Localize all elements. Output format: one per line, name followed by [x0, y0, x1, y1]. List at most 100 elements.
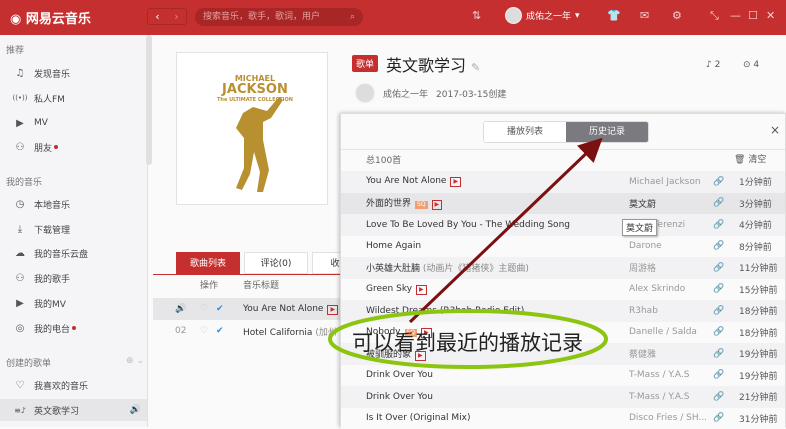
- heart-icon[interactable]: ♡: [200, 326, 208, 336]
- link-icon[interactable]: 🔗: [713, 241, 724, 251]
- artist-name[interactable]: 周游格: [629, 261, 656, 274]
- link-icon[interactable]: 🔗: [713, 327, 724, 337]
- tab-play-queue[interactable]: 播放列表: [484, 122, 566, 142]
- maximize-icon[interactable]: ☐: [748, 9, 758, 22]
- sidebar-item-radio[interactable]: ◎我的电台: [0, 317, 147, 339]
- history-row[interactable]: Drink Over You T-Mass / Y.A.S 🔗 21分钟前: [341, 386, 785, 408]
- column-title[interactable]: 音乐标题: [243, 278, 279, 291]
- history-row[interactable]: Green Sky▶ Alex Skrindo 🔗 15分钟前: [341, 279, 785, 301]
- sidebar-item-discover[interactable]: ♫发现音乐: [0, 62, 147, 84]
- mail-icon[interactable]: ✉: [640, 9, 649, 22]
- app-logo[interactable]: ◉ 网易云音乐: [10, 8, 91, 27]
- notification-dot: [54, 145, 58, 149]
- edit-icon[interactable]: ✎: [471, 61, 480, 74]
- song-count-value: 2: [715, 60, 721, 70]
- creator-avatar[interactable]: [355, 83, 375, 103]
- back-button[interactable]: ‹: [148, 9, 167, 24]
- artist-name[interactable]: T-Mass / Y.A.S: [629, 392, 689, 402]
- mv-icon[interactable]: ▶: [327, 305, 338, 315]
- sidebar: 推荐 ♫发现音乐 ((•))私人FM ▶MV ⚇朋友 我的音乐 ◷本地音乐 ⤓下…: [0, 35, 148, 427]
- link-icon[interactable]: 🔗: [713, 284, 724, 294]
- settings-icon[interactable]: ⚙: [672, 9, 682, 22]
- tab-history[interactable]: 历史记录: [566, 122, 648, 142]
- link-icon[interactable]: 🔗: [713, 198, 724, 208]
- close-window-icon[interactable]: ✕: [766, 9, 775, 22]
- history-row[interactable]: Drink Over You T-Mass / Y.A.S 🔗 19分钟前: [341, 365, 785, 387]
- played-time: 19分钟前: [739, 369, 777, 382]
- skin-icon[interactable]: 👕: [607, 9, 621, 22]
- artist-tooltip: 莫文蔚: [622, 219, 657, 236]
- history-row[interactable]: Home Again Darone 🔗 8分钟前: [341, 236, 785, 258]
- played-time: 31分钟前: [739, 412, 777, 425]
- close-panel-button[interactable]: ×: [770, 123, 780, 137]
- playlist-cover[interactable]: MICHAELJACKSONThe ULTIMATE COLLECTION: [176, 52, 328, 205]
- song-title: Home Again: [366, 241, 421, 251]
- link-icon[interactable]: 🔗: [713, 370, 724, 380]
- history-row[interactable]: 外面的世界SQ▶ 莫文蔚 🔗 3分钟前: [341, 193, 785, 215]
- title-text: 小英雄大肚腩: [366, 264, 420, 274]
- play-count-value: 4: [753, 60, 759, 70]
- sidebar-scrollbar[interactable]: [146, 35, 152, 165]
- song-title: 小英雄大肚腩 (动画片《猪猪侠》主题曲): [366, 261, 529, 274]
- sync-icon[interactable]: ⇅: [472, 9, 481, 22]
- sidebar-item-fm[interactable]: ((•))私人FM: [0, 87, 147, 109]
- sidebar-item-artists[interactable]: ⚇我的歌手: [0, 267, 147, 289]
- search-input[interactable]: 搜索音乐，歌手，歌词，用户 ⌕: [195, 8, 363, 26]
- creator-name[interactable]: 成佑之一年: [383, 87, 428, 100]
- artist-name[interactable]: Michael Jackson: [629, 177, 701, 187]
- sidebar-item-cloud[interactable]: ☁我的音乐云盘: [0, 242, 147, 264]
- podcast-icon: ◎: [10, 323, 30, 334]
- minimize-icon[interactable]: —: [730, 9, 741, 22]
- link-icon[interactable]: 🔗: [713, 177, 724, 187]
- artist-name[interactable]: Danelle / Salda: [629, 327, 697, 337]
- clear-history-button[interactable]: 🗑 清空: [734, 152, 766, 165]
- artist-name[interactable]: Alex Skrindo: [629, 284, 685, 294]
- artist-name[interactable]: 莫文蔚: [629, 197, 656, 210]
- add-playlist-icon[interactable]: ⊕ ⌄: [126, 356, 144, 366]
- mv-icon[interactable]: ▶: [416, 285, 427, 295]
- tab-underline: [153, 274, 343, 275]
- link-icon[interactable]: 🔗: [713, 349, 724, 359]
- song-row[interactable]: 02 ♡ ✔ Hotel California (加州: [153, 320, 343, 342]
- artist-name[interactable]: 蔡健雅: [629, 347, 656, 360]
- history-row[interactable]: You Are Not Alone▶ Michael Jackson 🔗 1分钟…: [341, 171, 785, 193]
- tab-comments[interactable]: 评论(0): [244, 252, 308, 274]
- mv-icon[interactable]: ▶: [432, 200, 443, 210]
- search-icon[interactable]: ⌕: [350, 8, 355, 26]
- link-icon[interactable]: 🔗: [713, 220, 724, 230]
- user-menu[interactable]: 成佑之一年▾: [505, 7, 580, 24]
- song-title: Is It Over (Original Mix): [366, 413, 470, 423]
- link-icon[interactable]: 🔗: [713, 392, 724, 402]
- song-title: Green Sky▶: [366, 284, 427, 295]
- artist-name[interactable]: R3hab: [629, 306, 658, 316]
- sidebar-item-friends[interactable]: ⚇朋友: [0, 136, 147, 158]
- history-row[interactable]: Is It Over (Original Mix) Disco Fries / …: [341, 408, 785, 429]
- artist-name[interactable]: T-Mass / Y.A.S: [629, 370, 689, 380]
- label: 下载管理: [34, 223, 70, 236]
- link-icon[interactable]: 🔗: [713, 413, 724, 423]
- played-time: 18分钟前: [739, 326, 777, 339]
- title-text: Hotel California: [243, 328, 312, 338]
- song-row[interactable]: 🔊 ♡ ✔ You Are Not Alone▶: [153, 298, 343, 320]
- link-icon[interactable]: 🔗: [713, 306, 724, 316]
- forward-button[interactable]: ›: [167, 9, 186, 24]
- sidebar-item-my-mv[interactable]: ▶我的MV: [0, 292, 147, 314]
- artist-name[interactable]: Darone: [629, 241, 662, 251]
- artist-name[interactable]: Disco Fries / SH...: [629, 413, 707, 423]
- sidebar-item-mv[interactable]: ▶MV: [0, 112, 147, 134]
- search-placeholder: 搜索音乐，歌手，歌词，用户: [203, 12, 320, 22]
- tab-songs[interactable]: 歌曲列表: [176, 252, 240, 274]
- sidebar-item-downloads[interactable]: ⤓下载管理: [0, 218, 147, 240]
- history-row[interactable]: Love To Be Loved By You - The Wedding So…: [341, 214, 785, 236]
- sidebar-item-playlist[interactable]: ≡♪英文歌学习🔊: [0, 399, 147, 421]
- link-icon[interactable]: 🔗: [713, 263, 724, 273]
- heart-icon[interactable]: ♡: [200, 304, 208, 314]
- label: MV: [34, 118, 48, 128]
- history-row[interactable]: Wildest Dreams (R3hab Radio Edit) R3hab …: [341, 300, 785, 322]
- section-my-music: 我的音乐: [6, 175, 42, 188]
- sidebar-item-liked[interactable]: ♡我喜欢的音乐: [0, 374, 147, 396]
- mini-mode-icon[interactable]: ⤡: [710, 9, 719, 23]
- sidebar-item-local[interactable]: ◷本地音乐: [0, 193, 147, 215]
- mv-icon[interactable]: ▶: [450, 177, 461, 187]
- history-row[interactable]: 小英雄大肚腩 (动画片《猪猪侠》主题曲) 周游格 🔗 11分钟前: [341, 257, 785, 279]
